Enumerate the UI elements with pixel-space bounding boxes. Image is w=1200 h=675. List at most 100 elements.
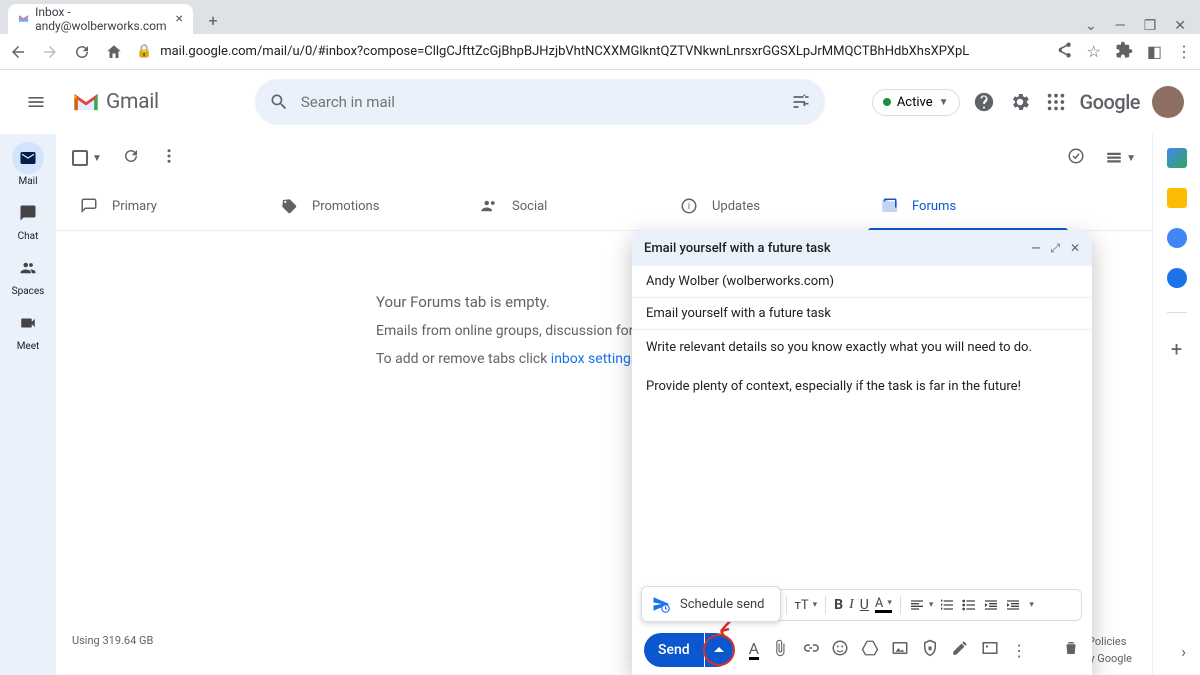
compose-fullscreen-icon[interactable]: ⤢ bbox=[1050, 241, 1060, 256]
content-area: ▼ ▼ Primary Promotions Social iUpdates F… bbox=[56, 134, 1152, 675]
tab-close-icon[interactable]: × bbox=[176, 11, 183, 27]
more-send-icon[interactable]: ⋮ bbox=[1011, 641, 1027, 660]
status-chip[interactable]: Active ▼ bbox=[872, 89, 960, 116]
text-color-button[interactable]: A bbox=[875, 597, 892, 613]
format-toolbar: Schedule send xxxxxxxxxxxxxxxxxx тT B I … bbox=[642, 589, 1082, 621]
rail-spaces-label: Spaces bbox=[12, 286, 45, 297]
sidepanel-icon[interactable]: ◧ bbox=[1147, 42, 1162, 61]
rail-mail[interactable]: Mail bbox=[12, 142, 44, 187]
rail-meet[interactable]: Meet bbox=[12, 307, 44, 352]
font-size-icon[interactable]: тT bbox=[795, 598, 818, 613]
reload-button[interactable] bbox=[72, 42, 92, 62]
tab-primary[interactable]: Primary bbox=[68, 182, 268, 230]
home-button[interactable] bbox=[104, 42, 124, 62]
compose-subject-field[interactable]: Email yourself with a future task bbox=[632, 298, 1092, 330]
compose-minimize-icon[interactable]: ― bbox=[1031, 241, 1040, 256]
more-formatting-button[interactable] bbox=[1027, 600, 1034, 610]
emoji-icon[interactable] bbox=[831, 639, 849, 661]
inbox-settings-link[interactable]: inbox settings bbox=[551, 351, 638, 367]
bookmark-icon[interactable]: ☆ bbox=[1087, 42, 1101, 61]
italic-button[interactable]: I bbox=[849, 597, 854, 613]
link-icon[interactable] bbox=[801, 639, 819, 661]
avatar[interactable] bbox=[1152, 86, 1184, 118]
bold-button[interactable]: B bbox=[834, 597, 843, 613]
attach-icon[interactable] bbox=[771, 639, 789, 661]
side-panel: + › bbox=[1152, 134, 1200, 675]
tasks-app-icon[interactable] bbox=[1167, 228, 1187, 248]
align-button[interactable] bbox=[909, 597, 934, 613]
insert-photo-icon[interactable] bbox=[981, 639, 999, 661]
address-bar[interactable]: 🔒 mail.google.com/mail/u/0/#inbox?compos… bbox=[136, 44, 1043, 59]
contacts-app-icon[interactable] bbox=[1167, 268, 1187, 288]
drive-icon[interactable] bbox=[861, 639, 879, 661]
indent-more-button[interactable] bbox=[1005, 597, 1021, 613]
tab-social[interactable]: Social bbox=[468, 182, 668, 230]
confidential-icon[interactable] bbox=[921, 639, 939, 661]
gmail-logo-text: Gmail bbox=[106, 90, 159, 114]
compose-close-icon[interactable]: ✕ bbox=[1070, 241, 1080, 256]
new-tab-button[interactable]: + bbox=[199, 6, 227, 34]
density-toggle[interactable]: ▼ bbox=[1105, 149, 1136, 167]
extensions-icon[interactable] bbox=[1115, 41, 1133, 63]
support-icon[interactable] bbox=[972, 90, 996, 114]
schedule-send-menu-item[interactable]: Schedule send bbox=[641, 586, 781, 622]
rail-meet-label: Meet bbox=[17, 341, 40, 352]
compose-send-row: Send A ⋮ bbox=[632, 625, 1092, 675]
nav-forward-button bbox=[40, 42, 60, 62]
schedule-send-icon bbox=[652, 595, 670, 613]
offline-icon[interactable] bbox=[1067, 147, 1085, 169]
numbered-list-button[interactable] bbox=[939, 597, 955, 613]
spaces-icon bbox=[12, 252, 44, 284]
keep-app-icon[interactable] bbox=[1167, 188, 1187, 208]
rail-chat[interactable]: Chat bbox=[12, 197, 44, 242]
nav-back-button[interactable] bbox=[8, 42, 28, 62]
send-options-button[interactable] bbox=[705, 633, 733, 667]
left-rail: Mail Chat Spaces Meet bbox=[0, 134, 56, 675]
rail-chat-label: Chat bbox=[18, 231, 39, 242]
window-close-icon[interactable]: ✕ bbox=[1174, 18, 1186, 34]
more-button[interactable] bbox=[160, 147, 178, 169]
compose-title: Email yourself with a future task bbox=[644, 241, 831, 256]
compose-window: Email yourself with a future task ― ⤢ ✕ … bbox=[632, 230, 1092, 675]
browser-menu-icon[interactable]: ⋮ bbox=[1176, 42, 1192, 61]
select-all-checkbox[interactable]: ▼ bbox=[72, 150, 102, 166]
compose-to-field[interactable]: Andy Wolber (wolberworks.com) bbox=[632, 266, 1092, 298]
tab-forums[interactable]: Forums bbox=[868, 182, 1068, 230]
restore-icon[interactable]: ❐ bbox=[1144, 18, 1157, 34]
chevron-down-icon[interactable]: ⌄ bbox=[1085, 18, 1097, 34]
calendar-app-icon[interactable] bbox=[1167, 148, 1187, 168]
indent-less-button[interactable] bbox=[983, 597, 999, 613]
rail-mail-label: Mail bbox=[18, 176, 37, 187]
add-app-button[interactable]: + bbox=[1171, 337, 1182, 361]
gmail-logo[interactable]: Gmail bbox=[72, 90, 159, 114]
formatting-toggle-icon[interactable]: A bbox=[749, 641, 759, 660]
search-input[interactable] bbox=[301, 93, 779, 111]
compose-header[interactable]: Email yourself with a future task ― ⤢ ✕ bbox=[632, 230, 1092, 266]
image-icon[interactable] bbox=[891, 639, 909, 661]
browser-tab[interactable]: Inbox - andy@wolberworks.com × bbox=[8, 4, 193, 34]
rail-spaces[interactable]: Spaces bbox=[12, 252, 45, 297]
mail-toolbar: ▼ ▼ bbox=[56, 134, 1152, 182]
google-brand: Google bbox=[1080, 90, 1140, 114]
tab-promotions[interactable]: Promotions bbox=[268, 182, 468, 230]
signature-icon[interactable] bbox=[951, 639, 969, 661]
browser-chrome: Inbox - andy@wolberworks.com × + ⌄ ― ❐ ✕… bbox=[0, 0, 1200, 70]
apps-icon[interactable] bbox=[1044, 90, 1068, 114]
hide-side-panel-icon[interactable]: › bbox=[1181, 642, 1186, 661]
bulleted-list-button[interactable] bbox=[961, 597, 977, 613]
status-dot-icon bbox=[883, 98, 891, 106]
discard-draft-icon[interactable] bbox=[1062, 639, 1080, 661]
underline-button[interactable]: U bbox=[860, 597, 869, 613]
share-icon[interactable] bbox=[1055, 41, 1073, 63]
refresh-button[interactable] bbox=[122, 147, 140, 169]
compose-body[interactable]: Write relevant details so you know exact… bbox=[632, 330, 1092, 589]
minimize-icon[interactable]: ― bbox=[1115, 18, 1126, 34]
send-button[interactable]: Send bbox=[644, 633, 704, 667]
main-menu-button[interactable] bbox=[16, 82, 56, 122]
search-options-icon[interactable] bbox=[791, 92, 811, 112]
mail-icon bbox=[12, 142, 44, 174]
search-bar[interactable] bbox=[255, 79, 825, 125]
settings-icon[interactable] bbox=[1008, 90, 1032, 114]
status-label: Active bbox=[897, 95, 933, 110]
tab-updates[interactable]: iUpdates bbox=[668, 182, 868, 230]
